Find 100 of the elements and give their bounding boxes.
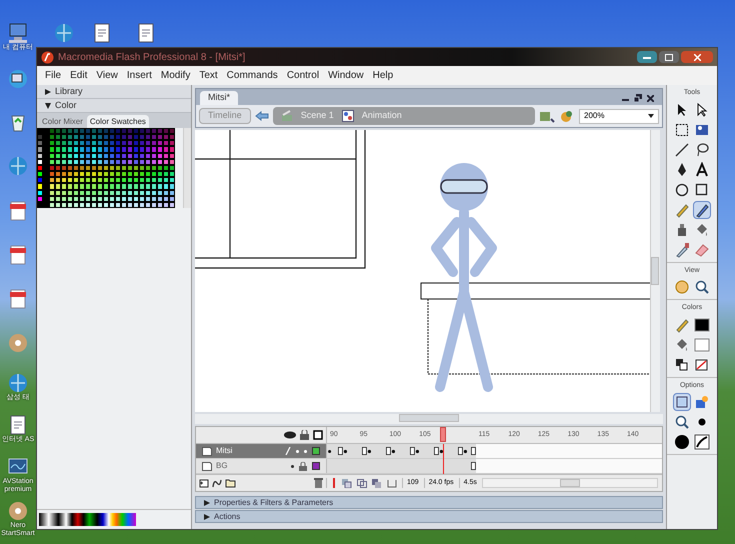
scene-icon — [280, 110, 293, 122]
edit-symbol-icon[interactable] — [559, 109, 575, 123]
lock-dot-icon[interactable] — [304, 450, 307, 452]
collapse-arrow-icon — [45, 102, 51, 108]
layer-name[interactable]: BG — [216, 460, 228, 472]
timeline-scrollbar[interactable] — [482, 478, 658, 488]
tool-button[interactable] — [693, 316, 711, 334]
panel-header[interactable]: Library — [37, 85, 191, 99]
onion-outline-icon[interactable] — [357, 478, 367, 488]
lock-fill-icon — [694, 394, 710, 410]
magnifier-icon — [674, 414, 690, 430]
outline-icon[interactable] — [313, 430, 323, 440]
center-frame-icon[interactable] — [331, 478, 337, 488]
layer-row[interactable]: BG — [196, 459, 326, 473]
oval-icon — [674, 182, 690, 198]
menu-item[interactable]: Window — [328, 68, 364, 83]
expand-arrow-icon — [204, 500, 210, 506]
expand-arrow-icon — [204, 514, 210, 520]
scrollbar[interactable] — [183, 128, 191, 208]
color-swatches-grid[interactable] — [37, 128, 175, 208]
playhead[interactable] — [440, 427, 446, 442]
window-title: Macromedia Flash Professional 8 - [Mitsi*] — [58, 50, 246, 64]
document-icon[interactable] — [7, 288, 29, 310]
panel-title: Library — [55, 84, 83, 98]
panel-header[interactable]: Properties & Filters & Parameters — [195, 496, 663, 509]
maximize-icon — [665, 54, 673, 60]
tool-button[interactable] — [693, 160, 711, 178]
eyedropper-icon — [674, 242, 690, 258]
menu-item[interactable]: View — [96, 68, 118, 83]
document-icon[interactable] — [7, 244, 29, 266]
magnifier-icon — [694, 279, 710, 295]
minimize-button[interactable] — [637, 51, 657, 63]
layer-row[interactable]: Mitsi — [196, 444, 326, 458]
outline-color-icon[interactable] — [312, 462, 320, 470]
horizontal-scrollbar[interactable] — [195, 414, 663, 424]
hand-icon — [674, 279, 690, 295]
panel-title: Properties & Filters & Parameters — [214, 496, 334, 508]
tool-button[interactable] — [693, 278, 711, 296]
expand-arrow-icon — [45, 88, 51, 94]
globe-icon[interactable] — [7, 372, 29, 394]
tool-button[interactable] — [693, 200, 711, 218]
edit-frames-icon[interactable] — [372, 478, 382, 488]
brush-mode-icon — [694, 434, 710, 450]
brush-icon — [694, 202, 710, 218]
restore-icon[interactable] — [634, 94, 642, 102]
tool-button[interactable] — [673, 140, 691, 158]
panel-header[interactable]: Color — [37, 99, 191, 113]
document-tab[interactable]: Mitsi* — [200, 91, 238, 105]
eraser-icon — [694, 242, 710, 258]
zoom-dropdown[interactable]: 200% — [579, 108, 659, 124]
default-colors-icon — [674, 356, 690, 372]
gradient-swatches[interactable] — [39, 513, 136, 526]
menu-item[interactable]: Insert — [126, 68, 152, 83]
menu-item[interactable]: Text — [199, 68, 218, 83]
tool-button[interactable] — [673, 413, 691, 431]
add-layer-icon[interactable] — [199, 478, 209, 488]
globe-icon[interactable] — [53, 22, 75, 44]
edit-scene-icon[interactable] — [539, 109, 555, 123]
menu-item[interactable]: Help — [372, 68, 394, 83]
tool-button[interactable] — [673, 393, 691, 411]
outline-color-icon[interactable] — [312, 447, 320, 455]
menu-item[interactable]: Control — [286, 68, 320, 83]
menu-item[interactable]: Commands — [226, 68, 278, 83]
maximize-button[interactable] — [659, 51, 679, 63]
menu-item[interactable]: Edit — [70, 68, 88, 83]
pencil-icon — [285, 447, 291, 455]
disc-icon[interactable] — [7, 500, 29, 522]
onion-skin-icon[interactable] — [342, 478, 352, 488]
visibility-dot-icon[interactable] — [291, 464, 294, 468]
computer-icon[interactable] — [7, 22, 29, 44]
close-button[interactable] — [681, 51, 713, 63]
tool-button[interactable] — [693, 433, 711, 451]
visibility-dot-icon[interactable] — [296, 450, 299, 452]
onion-markers-icon[interactable] — [387, 478, 397, 488]
eye-icon[interactable] — [284, 431, 296, 439]
pencil-icon — [674, 316, 690, 332]
menu-item[interactable]: Modify — [160, 68, 190, 83]
pencil-icon — [674, 202, 690, 218]
lock-icon[interactable] — [299, 462, 307, 470]
trash-icon[interactable] — [314, 478, 323, 488]
globe-icon[interactable] — [7, 155, 29, 177]
rectangle-icon — [694, 182, 710, 198]
menu-item[interactable]: File — [45, 68, 62, 83]
brush-shape-icon — [674, 434, 690, 450]
disc-icon[interactable] — [7, 332, 29, 354]
color-tab[interactable]: Color Swatches — [86, 115, 149, 128]
lock-icon[interactable] — [300, 430, 309, 440]
add-guide-icon[interactable] — [212, 478, 222, 488]
folder-icon[interactable] — [225, 478, 236, 488]
network-icon[interactable] — [7, 68, 29, 90]
panel-header[interactable]: Actions — [195, 510, 663, 523]
close-icon[interactable] — [647, 94, 654, 102]
layer-name[interactable]: Mitsi — [216, 445, 232, 457]
vertical-scrollbar[interactable] — [650, 130, 660, 412]
back-arrow-icon[interactable] — [254, 111, 269, 121]
document-icon[interactable] — [7, 200, 29, 222]
panel-title: Color — [55, 98, 77, 112]
tool-button[interactable] — [673, 433, 691, 451]
stroke-color-icon — [694, 316, 710, 332]
keyframe-icon — [471, 462, 476, 470]
